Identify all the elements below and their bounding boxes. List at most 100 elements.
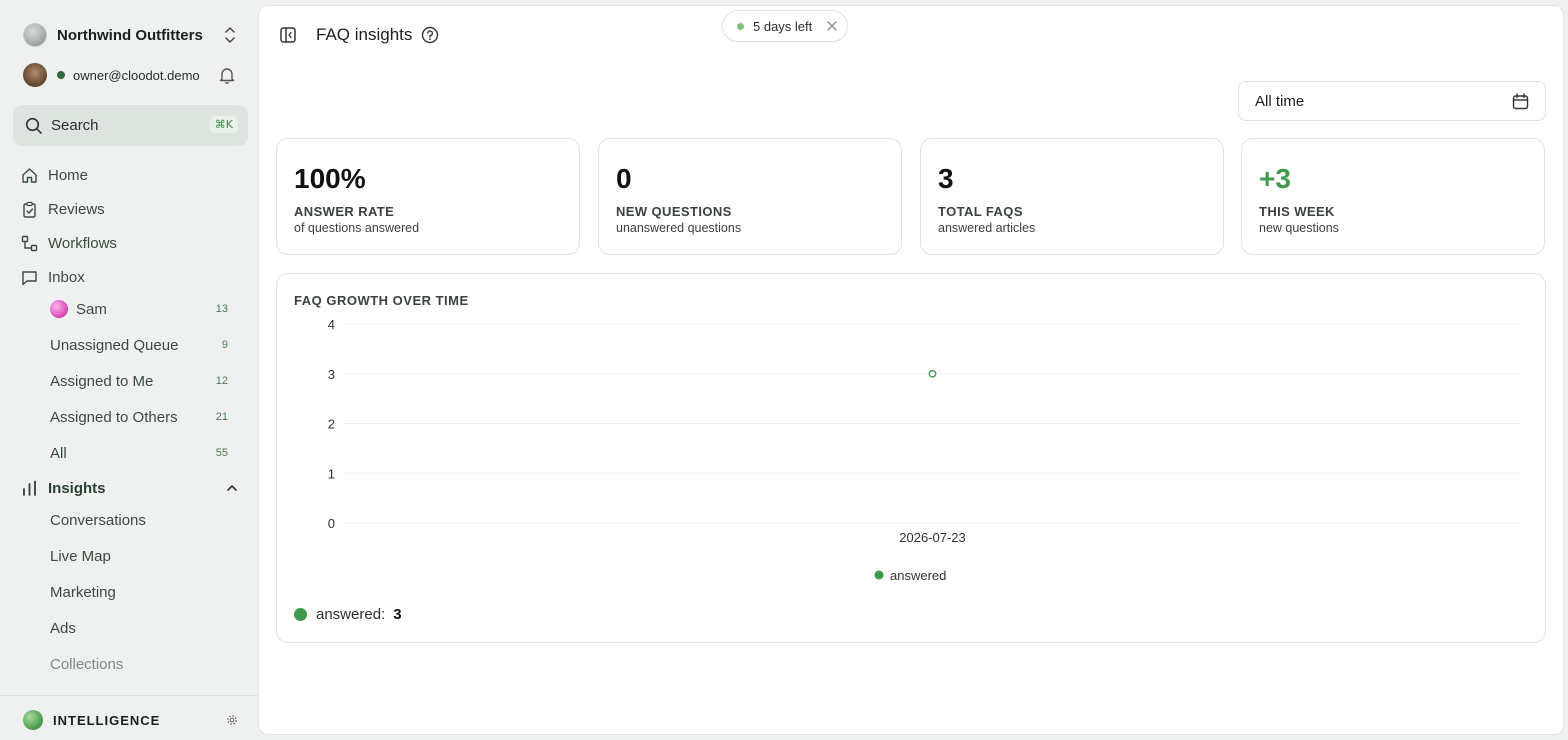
nav-workflows-label: Workflows (48, 234, 117, 252)
stat-value: 3 (938, 163, 954, 194)
presence-indicator (57, 71, 65, 79)
stat-label: NEW QUESTIONS (616, 204, 732, 219)
inbox-item-sam[interactable]: Sam 13 (50, 297, 230, 321)
legend-marker (874, 570, 884, 580)
inbox-item-label: Sam (76, 300, 107, 318)
stat-sub: answered articles (938, 221, 1036, 235)
chevron-up-icon[interactable] (226, 482, 238, 494)
bell-icon[interactable] (219, 66, 235, 84)
nav-home[interactable]: Home (21, 163, 88, 187)
gear-icon[interactable] (225, 713, 239, 727)
sam-avatar (50, 300, 68, 318)
search-label: Search (51, 117, 99, 134)
workflow-icon (21, 235, 38, 251)
bar-chart-icon (23, 480, 36, 496)
summary-label: answered: (316, 606, 386, 623)
date-range-picker[interactable]: All time (1238, 81, 1546, 121)
nav-reviews-label: Reviews (48, 200, 105, 218)
faq-growth-chart: 0 1 2 3 4 2026-07-23 answered (328, 317, 1521, 583)
inbox-item-label: Unassigned Queue (50, 336, 179, 354)
insights-item-label: Live Map (50, 547, 111, 565)
y-tick-label: 4 (328, 317, 335, 332)
search-icon (25, 117, 42, 134)
y-tick-label: 3 (328, 367, 335, 382)
stat-value: 100% (294, 163, 366, 194)
chevron-updown-icon[interactable] (223, 25, 237, 45)
inbox-item-assigned-to-others[interactable]: Assigned to Others 21 (50, 405, 230, 429)
nav-insights[interactable]: Insights (21, 476, 106, 500)
search-shortcut: ⌘K (209, 116, 238, 133)
inbox-item-label: Assigned to Others (50, 408, 178, 426)
y-tick-label: 1 (328, 466, 335, 481)
user-menu[interactable]: owner@cloodot.demo (23, 62, 243, 88)
inbox-item-label: Assigned to Me (50, 372, 154, 390)
insights-item-conversations[interactable]: Conversations (50, 508, 230, 532)
sidebar-divider (0, 695, 258, 696)
intelligence-label: INTELLIGENCE (53, 712, 161, 728)
summary-dot (294, 608, 307, 621)
inbox-item-count: 21 (215, 411, 228, 423)
nav-insights-label: Insights (48, 479, 106, 497)
x-tick-label: 2026-07-23 (899, 530, 966, 545)
trial-label: 5 days left (753, 18, 813, 34)
search-button[interactable]: Search ⌘K (13, 105, 248, 146)
insights-item-live-map[interactable]: Live Map (50, 544, 230, 568)
inbox-item-count: 12 (215, 375, 228, 387)
stat-value: +3 (1259, 163, 1291, 194)
org-avatar (23, 23, 47, 47)
stat-label: TOTAL FAQS (938, 204, 1023, 219)
stat-label: THIS WEEK (1259, 204, 1335, 219)
stat-card-total-faqs: 3 TOTAL FAQS answered articles (920, 138, 1224, 255)
main-panel: FAQ insights 5 days left All time 100% A… (258, 5, 1564, 735)
sidebar: Northwind Outfitters owner@cloodot.demo … (0, 0, 258, 740)
chart-summary: answered: 3 (294, 606, 402, 623)
inbox-item-count: 13 (215, 303, 228, 315)
user-email: owner@cloodot.demo (73, 67, 200, 83)
y-tick-label: 0 (328, 516, 335, 531)
message-square-icon (22, 270, 37, 285)
faq-growth-chart-card: FAQ GROWTH OVER TIME 0 1 2 3 4 2026-07-23 answ… (276, 273, 1546, 643)
insights-item-label: Ads (50, 619, 76, 637)
insights-item-ads[interactable]: Ads (50, 616, 230, 640)
intelligence-menu[interactable]: INTELLIGENCE (23, 710, 243, 730)
stat-label: ANSWER RATE (294, 204, 395, 219)
stat-card-answer-rate: 100% ANSWER RATE of questions answered (276, 138, 580, 255)
trial-badge: 5 days left (722, 10, 848, 42)
date-range-value: All time (1255, 92, 1305, 110)
stat-sub: new questions (1259, 221, 1339, 235)
help-circle-icon[interactable] (421, 26, 439, 44)
close-icon[interactable] (827, 21, 837, 31)
clipboard-check-icon (23, 201, 36, 218)
trial-status-dot (737, 22, 744, 30)
stat-card-this-week: +3 THIS WEEK new questions (1241, 138, 1545, 255)
stat-sub: of questions answered (294, 221, 420, 235)
nav-inbox-label: Inbox (48, 268, 85, 286)
nav-inbox[interactable]: Inbox (21, 265, 85, 289)
inbox-item-unassigned-queue[interactable]: Unassigned Queue 9 (50, 333, 230, 357)
legend-label: answered (890, 568, 946, 583)
stat-sub: unanswered questions (616, 221, 742, 235)
insights-item-label: Collections (50, 655, 124, 673)
insights-item-collections[interactable]: Collections (50, 652, 230, 676)
stat-card-new-questions: 0 NEW QUESTIONS unanswered questions (598, 138, 902, 255)
calendar-icon (1512, 93, 1529, 110)
intelligence-orb-icon (23, 710, 43, 730)
inbox-item-assigned-to-me[interactable]: Assigned to Me 12 (50, 369, 230, 393)
nav-workflows[interactable]: Workflows (21, 231, 117, 255)
nav-home-label: Home (48, 166, 89, 184)
sidebar-toggle-icon[interactable] (279, 26, 297, 44)
insights-item-marketing[interactable]: Marketing (50, 580, 230, 604)
user-avatar (23, 63, 47, 87)
inbox-item-label: All (50, 444, 67, 462)
insights-item-label: Marketing (50, 583, 116, 601)
data-point (928, 369, 937, 378)
home-icon (22, 167, 37, 183)
summary-value: 3 (393, 606, 402, 623)
inbox-item-count: 9 (221, 339, 228, 351)
insights-item-label: Conversations (50, 511, 146, 529)
nav-reviews[interactable]: Reviews (21, 197, 105, 221)
org-switcher[interactable]: Northwind Outfitters (23, 22, 243, 48)
stat-value: 0 (616, 163, 632, 194)
y-tick-label: 2 (328, 417, 335, 432)
inbox-item-all[interactable]: All 55 (50, 441, 230, 465)
